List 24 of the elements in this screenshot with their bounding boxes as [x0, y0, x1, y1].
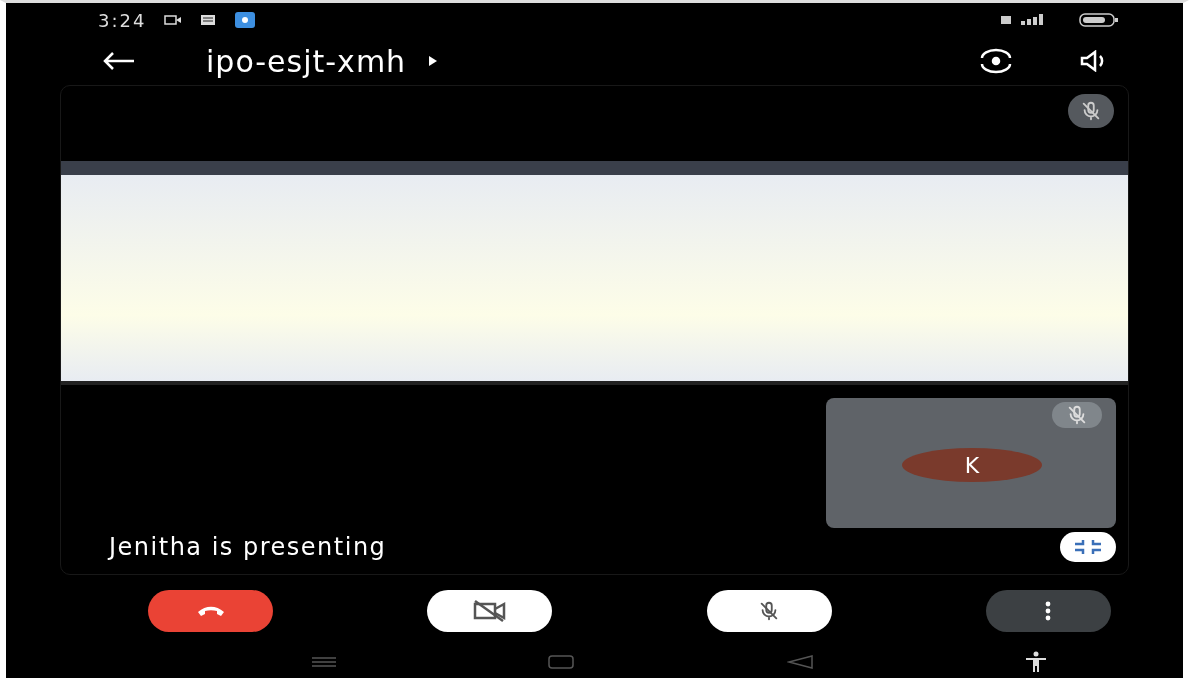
app-icon: [234, 11, 257, 29]
switch-camera-icon[interactable]: [979, 48, 1013, 74]
mic-off-icon: [1080, 100, 1102, 122]
caret-icon[interactable]: [428, 55, 439, 67]
message-icon: [200, 14, 217, 26]
minimize-button[interactable]: [1060, 532, 1116, 562]
phone-icon: [195, 604, 226, 618]
mic-toggle-button[interactable]: [706, 590, 832, 632]
presenting-caption: Jenitha is presenting: [109, 533, 387, 561]
accessibility-icon[interactable]: [1024, 651, 1047, 673]
status-time: 3:24: [98, 9, 147, 31]
home-icon[interactable]: [548, 655, 575, 669]
participant-avatar: K: [902, 448, 1042, 482]
camera-off-icon: [471, 599, 508, 623]
meeting-title[interactable]: ipo-esjt-xmh: [206, 43, 407, 79]
end-call-button[interactable]: [148, 590, 274, 632]
camera-icon: [164, 14, 183, 26]
back-icon[interactable]: [102, 51, 136, 71]
more-icon: [1045, 601, 1052, 621]
collapse-icon: [1073, 539, 1103, 555]
battery-icon: [1079, 12, 1119, 28]
back-triangle-icon[interactable]: [786, 655, 813, 669]
mic-off-icon: [1066, 404, 1088, 426]
camera-toggle-button[interactable]: [427, 590, 553, 632]
